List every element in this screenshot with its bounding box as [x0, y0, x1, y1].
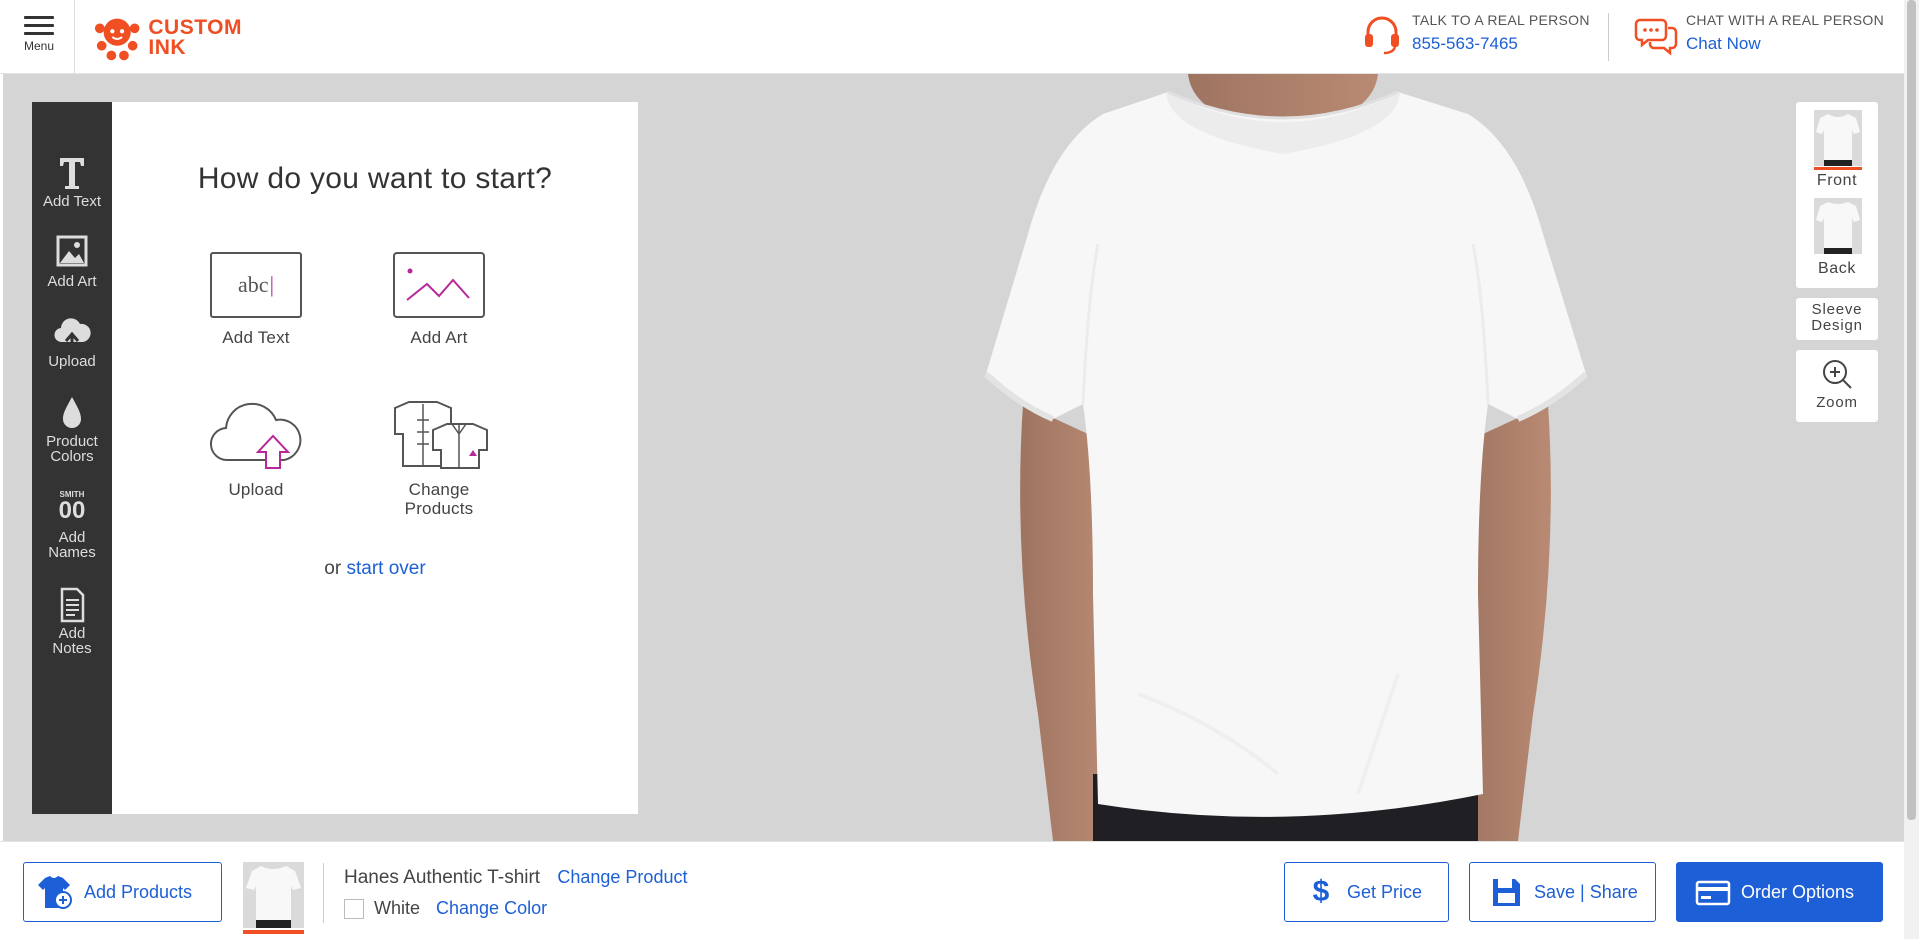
start-over-line: or start over: [112, 558, 638, 580]
zoom-label: Zoom: [1816, 394, 1858, 411]
logo-line-1: CUSTOM: [148, 16, 242, 39]
rail-upload[interactable]: Upload: [32, 314, 112, 369]
change-color-link[interactable]: Change Color: [436, 898, 547, 919]
change-product-link[interactable]: Change Product: [557, 867, 687, 887]
headset-icon: [1365, 16, 1399, 55]
phone-label: TALK TO A REAL PERSON: [1412, 12, 1590, 28]
scrollbar-thumb[interactable]: [1907, 0, 1916, 820]
phone-contact: TALK TO A REAL PERSON 855-563-7465: [1360, 12, 1590, 56]
product-selected-indicator: [243, 930, 304, 934]
back-view-label: Back: [1818, 260, 1856, 277]
or-text: or: [324, 558, 347, 579]
logo-line-2: INK: [148, 36, 187, 59]
rail-product-colors-label: Product Colors: [46, 433, 98, 465]
option-add-text-label: Add Text: [222, 328, 290, 347]
rail-add-text[interactable]: Add Text: [32, 154, 112, 209]
sleeve-design-button[interactable]: Sleeve Design: [1796, 298, 1878, 340]
names-numbers-icon: SMITH 00: [52, 490, 92, 528]
menu-button[interactable]: Menu: [16, 16, 62, 60]
logo-wordmark: CUSTOM INK: [148, 16, 242, 59]
zoom-button[interactable]: Zoom: [1796, 350, 1878, 422]
rail-product-colors[interactable]: Product Colors: [32, 394, 112, 464]
paint-drop-icon: [63, 397, 81, 428]
rail-add-notes-label: Add Notes: [52, 625, 92, 657]
header-divider: [74, 0, 75, 73]
numbers-icon-digits: 00: [58, 497, 86, 524]
credit-card-icon: [1695, 880, 1731, 906]
save-share-label: Save | Share: [1534, 881, 1638, 902]
rail-add-art[interactable]: Add Art: [32, 234, 112, 289]
save-disk-icon: [1493, 879, 1520, 906]
front-view-label: Front: [1816, 172, 1858, 189]
front-selected-indicator: [1814, 167, 1862, 170]
rail-add-notes[interactable]: Add Notes: [32, 586, 112, 656]
save-share-button[interactable]: Save | Share: [1469, 862, 1656, 922]
chat-bubbles-icon: [1634, 18, 1678, 56]
change-products-icon: [394, 401, 488, 469]
option-add-text[interactable]: abc | Add Text: [196, 252, 316, 347]
option-change-products-label: Change Products: [404, 480, 474, 518]
chat-contact: CHAT WITH A REAL PERSON Chat Now: [1634, 12, 1884, 56]
option-change-products[interactable]: Change Products: [369, 400, 509, 518]
art-landscape-icon: [393, 252, 485, 318]
design-stage: Add Text Add Art Upload Product Colors S…: [3, 74, 1904, 841]
color-name: White: [374, 898, 421, 918]
cloud-upload-icon: [210, 402, 302, 469]
product-divider: [323, 863, 324, 923]
start-over-link[interactable]: start over: [346, 558, 425, 579]
add-product-shirt-icon: [38, 876, 72, 909]
tshirt-front-icon: [1814, 110, 1862, 166]
menu-label: Menu: [23, 39, 55, 53]
phone-number-link[interactable]: 855-563-7465: [1412, 34, 1590, 54]
add-products-label: Add Products: [84, 881, 193, 902]
abc-icon-text: abc: [238, 272, 269, 297]
chat-now-link[interactable]: Chat Now: [1686, 34, 1884, 54]
option-add-art[interactable]: Add Art: [379, 252, 499, 347]
site-header: Menu CUSTOM INK TALK TO A REAL PERSON 85…: [0, 0, 1904, 74]
cloud-upload-icon: [54, 318, 91, 350]
start-panel: How do you want to start? abc | Add Text …: [112, 102, 638, 814]
color-swatch[interactable]: [344, 898, 364, 919]
bottom-toolbar: Add Products Hanes Authentic T-shirt Cha…: [0, 841, 1904, 939]
page-scrollbar[interactable]: [1904, 0, 1919, 939]
start-title: How do you want to start?: [197, 162, 553, 195]
tshirt-preview-image: [983, 74, 1589, 841]
view-selector: Front Back: [1796, 102, 1878, 288]
product-thumbnail[interactable]: [243, 862, 304, 934]
abc-text-icon: abc |: [210, 252, 302, 318]
get-price-label: Get Price: [1347, 881, 1423, 902]
octopus-logo-icon: [94, 18, 140, 61]
custom-ink-logo[interactable]: CUSTOM INK: [92, 10, 242, 66]
option-upload[interactable]: Upload: [196, 400, 316, 499]
zoom-in-icon: [1823, 360, 1852, 389]
dollar-icon: $: [1312, 875, 1330, 908]
option-add-art-label: Add Art: [410, 328, 468, 347]
order-options-label: Order Options: [1741, 881, 1855, 902]
order-options-button[interactable]: Order Options: [1676, 862, 1883, 922]
back-view-thumb[interactable]: [1814, 198, 1862, 254]
tshirt-thumbnail-icon: [243, 862, 304, 928]
rail-add-names-label: Add Names: [48, 529, 96, 561]
text-t-icon: [60, 158, 84, 189]
rail-add-names[interactable]: SMITH 00 Add Names: [32, 490, 112, 560]
contact-divider: [1608, 13, 1609, 61]
front-view-thumb[interactable]: [1814, 110, 1862, 170]
tshirt-back-icon: [1814, 198, 1862, 254]
rail-add-art-label: Add Art: [47, 273, 97, 290]
option-upload-label: Upload: [228, 480, 284, 499]
image-icon: [56, 235, 88, 267]
rail-add-text-label: Add Text: [42, 193, 102, 210]
product-name: Hanes Authentic T-shirt: [344, 867, 541, 888]
add-products-button[interactable]: Add Products: [23, 862, 222, 922]
get-price-button[interactable]: $ Get Price: [1284, 862, 1449, 922]
product-name-row: Hanes Authentic T-shirt Change Product: [344, 867, 687, 889]
chat-label: CHAT WITH A REAL PERSON: [1686, 12, 1885, 28]
product-color-row: White Change Color: [344, 898, 547, 919]
tool-rail: Add Text Add Art Upload Product Colors S…: [32, 102, 112, 814]
notes-icon: [60, 587, 85, 623]
hamburger-icon: [16, 16, 62, 35]
rail-upload-label: Upload: [48, 353, 96, 370]
